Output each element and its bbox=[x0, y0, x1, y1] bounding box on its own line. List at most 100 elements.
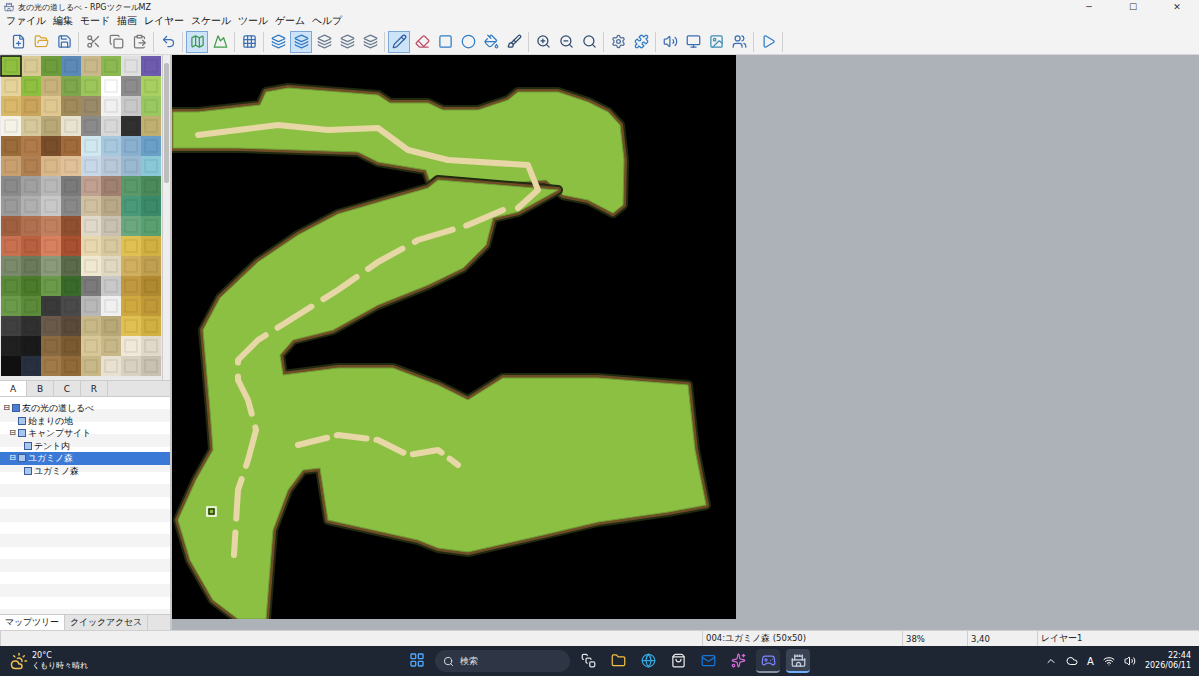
cloud-icon[interactable] bbox=[1066, 655, 1078, 667]
tool-button[interactable] bbox=[186, 31, 208, 53]
taskbar-app[interactable] bbox=[606, 649, 630, 673]
tool-button[interactable] bbox=[7, 31, 29, 53]
tool-button[interactable] bbox=[757, 31, 779, 53]
taskbar-app[interactable] bbox=[576, 649, 600, 673]
tree-toggle[interactable]: ⊟ bbox=[8, 452, 17, 465]
taskbar-app[interactable] bbox=[756, 649, 780, 673]
tool-button[interactable] bbox=[336, 31, 358, 53]
tool-button[interactable] bbox=[630, 31, 652, 53]
taskbar-app[interactable] bbox=[666, 649, 690, 673]
tileset-tab[interactable]: C bbox=[54, 381, 81, 396]
status-coords: 3,40 bbox=[967, 631, 1037, 646]
tool-button[interactable] bbox=[388, 31, 410, 53]
tool-button[interactable] bbox=[157, 31, 179, 53]
rpg-maker-window: 友の光の道しるべ - RPGツクールMZ─☐✕ファイル編集モード描画レイヤースケ… bbox=[0, 0, 1199, 676]
tileset-tab[interactable]: A bbox=[0, 381, 27, 396]
window-control[interactable]: ✕ bbox=[1155, 0, 1199, 14]
taskbar-app[interactable] bbox=[726, 649, 750, 673]
tool-icon bbox=[484, 34, 499, 49]
tool-icon bbox=[34, 34, 49, 49]
tool-button[interactable] bbox=[238, 31, 260, 53]
map-tree-item[interactable]: 始まりの地 bbox=[0, 415, 170, 428]
tool-button[interactable] bbox=[53, 31, 75, 53]
taskbar-app[interactable] bbox=[786, 649, 810, 673]
ime-indicator[interactable]: A bbox=[1087, 656, 1094, 667]
map-drawing[interactable] bbox=[172, 55, 736, 619]
panel-tab[interactable]: マップツリー bbox=[0, 615, 65, 630]
tool-icon bbox=[86, 34, 101, 49]
panel-tabs: マップツリークイックアクセス bbox=[0, 614, 170, 630]
tool-icon bbox=[11, 34, 26, 49]
weather-widget[interactable]: 20°Cくもり時々晴れ bbox=[0, 651, 405, 671]
menu-item[interactable]: レイヤー bbox=[140, 15, 187, 28]
tree-toggle[interactable]: ⊟ bbox=[8, 427, 17, 440]
tool-button[interactable] bbox=[267, 31, 289, 53]
tool-button[interactable] bbox=[359, 31, 381, 53]
tool-icon bbox=[709, 34, 724, 49]
tree-toggle[interactable]: ⊟ bbox=[2, 402, 11, 415]
tool-button[interactable] bbox=[313, 31, 335, 53]
menu-item[interactable]: ヘルプ bbox=[308, 15, 345, 28]
tileset-palette[interactable] bbox=[0, 55, 162, 380]
map-tree-item[interactable]: ⊟友の光の道しるべ bbox=[0, 402, 170, 415]
menu-item[interactable]: ファイル bbox=[2, 15, 49, 28]
tool-button[interactable] bbox=[705, 31, 727, 53]
tool-icon bbox=[415, 34, 430, 49]
window-control[interactable]: ☐ bbox=[1111, 0, 1155, 14]
scroll-thumb[interactable] bbox=[164, 63, 169, 183]
tool-button[interactable] bbox=[457, 31, 479, 53]
tool-button[interactable] bbox=[105, 31, 127, 53]
tool-button[interactable] bbox=[30, 31, 52, 53]
panel-tab[interactable]: クイックアクセス bbox=[65, 615, 148, 630]
menu-item[interactable]: スケール bbox=[187, 15, 234, 28]
map-view[interactable] bbox=[172, 55, 736, 619]
tileset-tab[interactable]: B bbox=[27, 381, 54, 396]
tool-button[interactable] bbox=[411, 31, 433, 53]
tool-icon bbox=[161, 34, 176, 49]
menu-item[interactable]: ゲーム bbox=[271, 15, 308, 28]
taskbar-app[interactable] bbox=[696, 649, 720, 673]
tool-button[interactable] bbox=[434, 31, 456, 53]
tool-button[interactable] bbox=[128, 31, 150, 53]
menu-item[interactable]: モード bbox=[76, 15, 113, 28]
tool-button[interactable] bbox=[682, 31, 704, 53]
tool-button[interactable] bbox=[578, 31, 600, 53]
tool-button[interactable] bbox=[209, 31, 231, 53]
tool-button[interactable] bbox=[607, 31, 629, 53]
tileset-tab[interactable]: R bbox=[81, 381, 108, 396]
project-icon bbox=[12, 404, 20, 412]
menu-item[interactable]: 描画 bbox=[113, 15, 140, 28]
start-button[interactable] bbox=[405, 649, 429, 673]
tool-icon bbox=[271, 34, 286, 49]
tool-icon bbox=[294, 34, 309, 49]
menu-item[interactable]: 編集 bbox=[49, 15, 76, 28]
map-tree-item[interactable]: ユガミノ森 bbox=[0, 465, 170, 478]
search-box[interactable]: 検索 bbox=[435, 650, 570, 672]
map-tree-item[interactable]: ⊟ユガミノ森 bbox=[0, 452, 170, 465]
app-icon bbox=[611, 653, 626, 668]
menu-item[interactable]: ツール bbox=[234, 15, 271, 28]
left-panel: ABCR ⊟友の光の道しるべ始まりの地⊟キャンプサイトテント内⊟ユガミノ森ユガミノ… bbox=[0, 55, 172, 630]
speaker-icon[interactable] bbox=[1124, 655, 1136, 667]
tool-button[interactable] bbox=[555, 31, 577, 53]
tool-button[interactable] bbox=[532, 31, 554, 53]
clock[interactable]: 22:442026/06/11 bbox=[1145, 651, 1191, 671]
map-tree-item[interactable]: テント内 bbox=[0, 440, 170, 453]
tool-button[interactable] bbox=[290, 31, 312, 53]
system-tray: A 22:442026/06/11 bbox=[1045, 651, 1199, 671]
window-control[interactable]: ─ bbox=[1067, 0, 1111, 14]
tool-button[interactable] bbox=[728, 31, 750, 53]
tool-button[interactable] bbox=[503, 31, 525, 53]
status-zoom: 38% bbox=[902, 631, 967, 646]
tool-button[interactable] bbox=[659, 31, 681, 53]
taskbar-app[interactable] bbox=[636, 649, 660, 673]
tool-button[interactable] bbox=[480, 31, 502, 53]
taskbar-center: 検索 bbox=[405, 649, 810, 673]
map-tree-item[interactable]: ⊟キャンプサイト bbox=[0, 427, 170, 440]
chevron-up-icon[interactable] bbox=[1045, 655, 1057, 667]
tool-group bbox=[183, 32, 235, 52]
app-icon bbox=[761, 653, 776, 668]
tool-button[interactable] bbox=[82, 31, 104, 53]
wifi-icon[interactable] bbox=[1103, 655, 1115, 667]
palette-scrollbar[interactable] bbox=[162, 55, 170, 380]
